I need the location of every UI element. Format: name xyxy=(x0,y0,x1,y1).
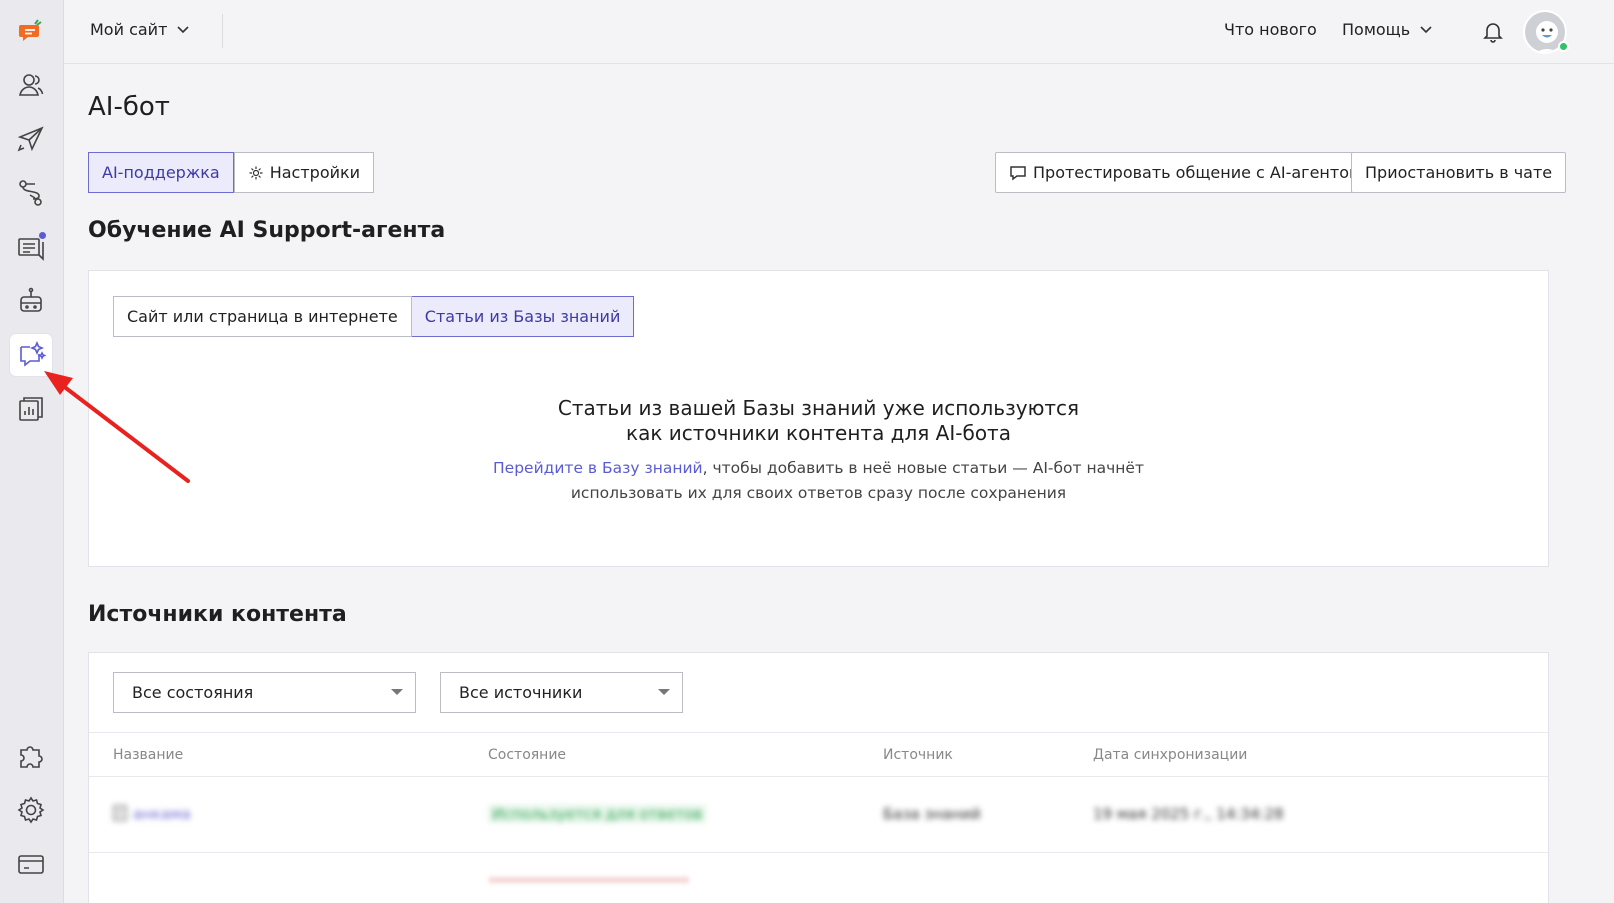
whats-new-label: Что нового xyxy=(1224,20,1317,39)
main-tabs: AI-поддержка Настройки xyxy=(88,152,375,193)
help-menu[interactable]: Помощь xyxy=(1342,20,1432,39)
state-filter-value: Все состояния xyxy=(132,683,254,702)
tab-label: Статьи из Базы знаний xyxy=(424,307,621,326)
route-icon[interactable] xyxy=(10,172,52,214)
row-sync-date: 19 мая 2025 г., 14:34:28 xyxy=(1093,805,1284,823)
topbar: Мой сайт Что нового Помощь xyxy=(64,0,1614,64)
gear-icon[interactable] xyxy=(10,789,52,831)
gear-icon xyxy=(249,166,263,179)
row-state-badge: Используется для ответов xyxy=(488,805,707,823)
tab-knowledge-base-source[interactable]: Статьи из Базы знаний xyxy=(411,296,635,337)
empty-state-text: Перейдите в Базу знаний, чтобы добавить … xyxy=(89,456,1548,506)
chats-icon[interactable] xyxy=(10,226,52,268)
source-filter-select[interactable]: Все источники xyxy=(440,672,683,713)
test-ai-agent-button[interactable]: Протестировать общение с AI-агентом xyxy=(995,152,1376,193)
test-ai-agent-label: Протестировать общение с AI-агентом xyxy=(1033,163,1362,182)
column-header-name[interactable]: Название xyxy=(113,747,183,763)
bell-icon[interactable] xyxy=(1480,18,1506,44)
content-sources-card: Все состояния Все источники Название Сос… xyxy=(88,652,1549,903)
tab-website-source[interactable]: Сайт или страница в интернете xyxy=(113,296,412,337)
reports-icon[interactable] xyxy=(10,388,52,430)
training-section-title: Обучение AI Support-агента xyxy=(88,218,446,243)
empty-state-title-line: Статьи из вашей Базы знаний уже использу… xyxy=(557,396,1080,420)
page-title: AI-бот xyxy=(88,92,170,122)
pause-in-chat-label: Приостановить в чате xyxy=(1365,163,1553,182)
site-selector-label: Мой сайт xyxy=(90,20,168,39)
card-icon[interactable] xyxy=(10,843,52,885)
site-selector[interactable]: Мой сайт xyxy=(90,20,189,39)
notification-dot xyxy=(39,232,46,239)
table-row[interactable]: анкама Используется для ответов База зна… xyxy=(89,777,1548,853)
column-header-sync-date[interactable]: Дата синхронизации xyxy=(1093,747,1247,763)
content-sources-title: Источники контента xyxy=(88,602,347,627)
tab-ai-support[interactable]: AI-поддержка xyxy=(88,152,234,193)
users-icon[interactable] xyxy=(10,64,52,106)
puzzle-icon[interactable] xyxy=(10,735,52,777)
caret-down-icon xyxy=(391,689,403,695)
divider xyxy=(222,14,223,48)
tab-label: Сайт или страница в интернете xyxy=(127,307,398,326)
row-name-text: анкама xyxy=(133,805,191,823)
row-source: База знаний xyxy=(883,805,981,823)
row-state-badge xyxy=(489,877,689,883)
whats-new-link[interactable]: Что нового xyxy=(1224,20,1317,39)
logo-icon[interactable] xyxy=(10,10,52,52)
ai-chat-icon[interactable] xyxy=(10,334,52,376)
empty-state-title-line: как источники контента для AI-бота xyxy=(626,421,1011,445)
help-label: Помощь xyxy=(1342,20,1411,39)
source-tabs: Сайт или страница в интернете Статьи из … xyxy=(113,296,635,337)
table-header: Название Состояние Источник Дата синхрон… xyxy=(89,732,1548,777)
chevron-down-icon xyxy=(177,25,189,33)
table-row[interactable] xyxy=(89,853,1548,903)
chevron-down-icon xyxy=(1420,25,1432,33)
chat-bubble-icon xyxy=(1010,165,1026,180)
sidebar xyxy=(0,0,64,903)
empty-state-title: Статьи из вашей Базы знаний уже использу… xyxy=(89,396,1548,446)
online-status-dot xyxy=(1558,41,1569,52)
empty-state-text-part: , чтобы добавить в неё новые статьи — AI… xyxy=(702,459,1144,477)
tab-settings[interactable]: Настройки xyxy=(233,152,375,193)
training-card: Сайт или страница в интернете Статьи из … xyxy=(88,270,1549,567)
knowledge-base-link[interactable]: Перейдите в Базу знаний xyxy=(493,459,703,477)
column-header-source[interactable]: Источник xyxy=(883,747,953,763)
tab-label: Настройки xyxy=(269,163,361,182)
state-filter-select[interactable]: Все состояния xyxy=(113,672,416,713)
document-icon xyxy=(113,805,127,821)
row-name[interactable]: анкама xyxy=(113,805,191,823)
robot-icon[interactable] xyxy=(10,280,52,322)
column-header-state[interactable]: Состояние xyxy=(488,747,566,763)
rocket-icon[interactable] xyxy=(10,118,52,160)
caret-down-icon xyxy=(658,689,670,695)
pause-in-chat-button[interactable]: Приостановить в чате xyxy=(1351,152,1567,193)
empty-state-text-line: использовать их для своих ответов сразу … xyxy=(570,484,1067,502)
source-filter-value: Все источники xyxy=(459,683,583,702)
tab-label: AI-поддержка xyxy=(102,163,220,182)
